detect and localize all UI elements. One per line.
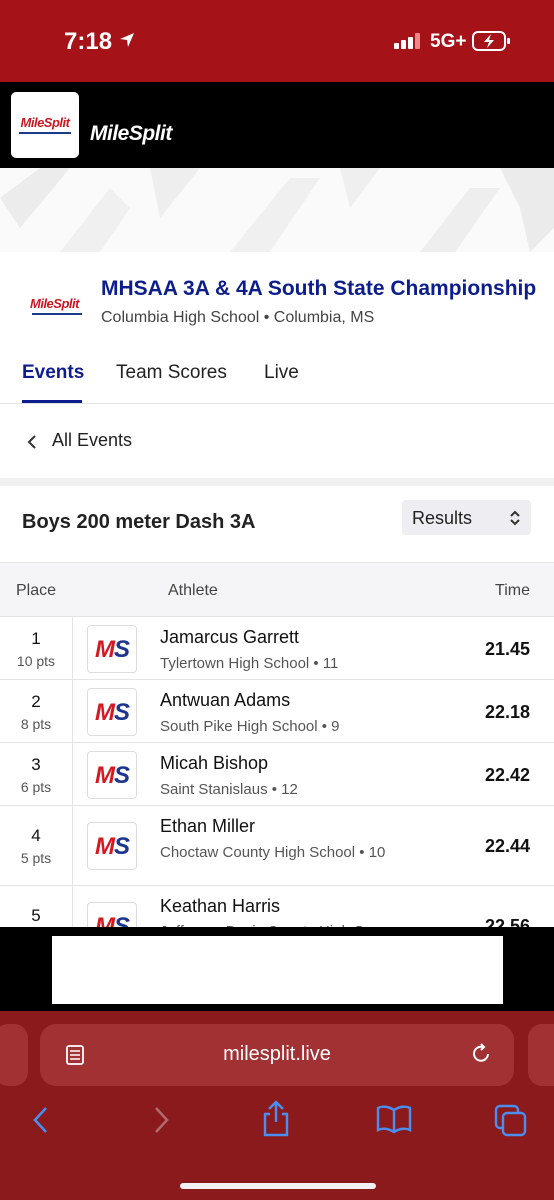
logo-letter-m: M [94,762,115,789]
result-time: 21.45 [484,639,530,659]
meet-logo: MileSplit [30,296,86,318]
table-row[interactable]: 3 6 pts MS Micah Bishop Saint Stanislaus… [0,742,554,805]
chevron-up-down-icon [510,510,520,526]
network-type: 5G+ [430,31,467,52]
column-separator [72,617,73,679]
column-header-athlete: Athlete [168,582,218,599]
url-text: milesplit.live [223,1043,331,1065]
site-header: MileSplit MileSplit [0,82,554,168]
logo-letter-s: S [113,636,130,663]
results-table-header: Place Athlete Time [0,562,554,616]
athlete-school: South Pike High School • 9 [160,718,340,735]
milesplit-logo[interactable]: MileSplit [11,92,79,158]
section-gap [0,478,554,486]
column-separator [72,743,73,805]
team-logo: MS [87,625,137,673]
result-time: 22.44 [484,836,530,856]
column-separator [72,806,73,885]
points: 10 pts [16,653,56,669]
logo-letter-m: M [94,833,115,860]
table-row[interactable]: 2 8 pts MS Antwuan Adams South Pike High… [0,679,554,742]
address-bar[interactable]: milesplit.live [40,1024,514,1086]
event-title: Boys 200 meter Dash 3A [22,511,256,533]
logo-letter-m: M [94,699,115,726]
athlete-name[interactable]: Jamarcus Garrett [160,627,299,648]
place: 5 [31,906,41,925]
logo-letter-s: S [113,833,130,860]
points: 6 pts [20,779,52,795]
logo-letter-m: M [94,636,115,663]
ad-slot[interactable] [52,936,503,1004]
tab-team-scores[interactable]: Team Scores [116,362,227,384]
location-arrow-icon [120,33,134,47]
points: 8 pts [20,716,52,732]
athlete-name[interactable]: Ethan Miller [160,816,255,837]
table-row[interactable]: 4 5 pts MS Ethan Miller Choctaw County H… [0,805,554,885]
all-events-link[interactable]: All Events [52,430,132,451]
place: 4 [31,826,41,845]
home-indicator[interactable] [180,1183,376,1189]
signal-icon [394,33,420,49]
bookmarks-icon[interactable] [376,1104,412,1134]
forward-icon[interactable] [150,1104,172,1136]
banner-graphic [0,168,554,252]
team-logo: MS [87,751,137,799]
logo-text: MileSplit [20,115,70,130]
meet-title[interactable]: MHSAA 3A & 4A South State Championship [101,277,536,301]
athlete-name[interactable]: Antwuan Adams [160,690,290,711]
tab-live[interactable]: Live [264,362,299,384]
column-header-place: Place [16,582,57,599]
meet-logo-underline [32,313,82,315]
place: 1 [31,629,41,648]
column-header-time: Time [495,582,530,599]
battery-icon [472,31,510,51]
place: 2 [31,692,41,711]
result-time: 22.42 [484,765,530,785]
chevron-left-icon[interactable] [26,434,38,450]
logo-letter-s: S [113,762,130,789]
athlete-school: Saint Stanislaus • 12 [160,781,298,798]
meet-location: Columbia High School • Columbia, MS [101,309,375,326]
place: 3 [31,755,41,774]
status-time: 7:18 [64,28,113,55]
logo-underline [19,132,71,134]
previous-tab-preview[interactable] [0,1024,28,1086]
tabs-divider [0,403,554,404]
tabs-icon[interactable] [494,1104,528,1138]
meet-logo-text: MileSplit [30,296,79,311]
results-select-value: Results [412,508,473,528]
athlete-name[interactable]: Keathan Harris [160,896,280,917]
tab-events[interactable]: Events [22,362,84,384]
athlete-name[interactable]: Micah Bishop [160,753,268,774]
banner-pattern [0,168,554,252]
header-wordmark[interactable]: MileSplit [90,122,172,146]
next-tab-preview[interactable] [528,1024,554,1086]
team-logo: MS [87,822,137,870]
result-time: 22.18 [484,702,530,722]
reload-icon[interactable] [470,1042,494,1066]
athlete-school: Choctaw County High School • 10 [160,844,386,861]
points: 5 pts [20,850,52,866]
team-logo: MS [87,688,137,736]
back-icon[interactable] [30,1104,52,1136]
logo-letter-s: S [113,699,130,726]
athlete-school: Tylertown High School • 11 [160,655,339,672]
column-separator [72,680,73,742]
results-select[interactable]: Results [402,500,531,535]
status-bar: 7:18 5G+ [0,0,554,82]
share-icon[interactable] [260,1100,292,1138]
table-row[interactable]: 1 10 pts MS Jamarcus Garrett Tylertown H… [0,616,554,679]
